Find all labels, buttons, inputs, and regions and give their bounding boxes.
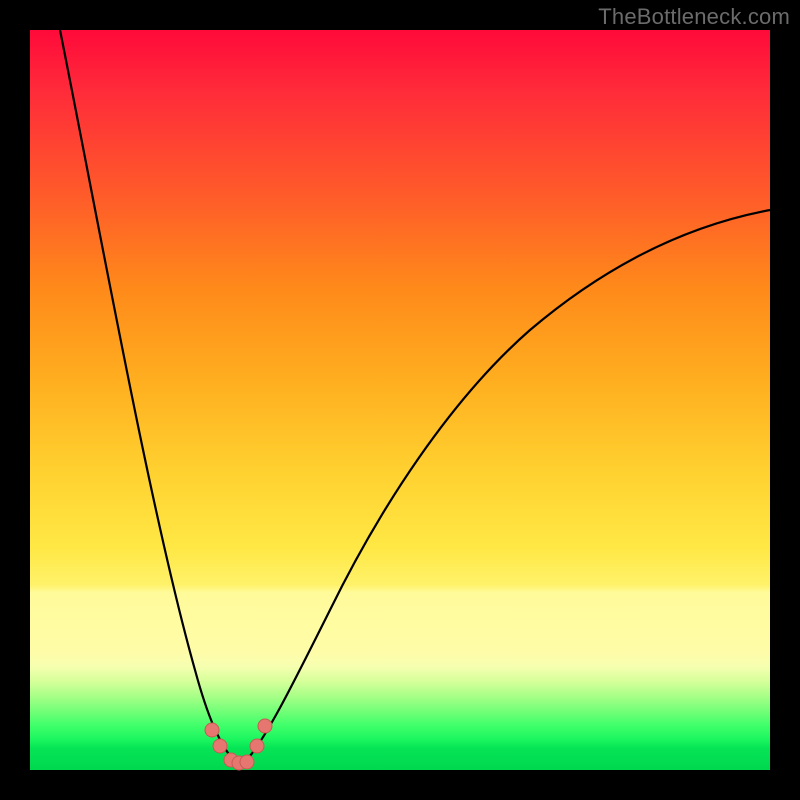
- marker-dot: [250, 739, 264, 753]
- curve-left-branch: [60, 30, 235, 762]
- marker-dot: [258, 719, 272, 733]
- watermark-text: TheBottleneck.com: [598, 4, 790, 30]
- bottleneck-curve: [30, 30, 770, 770]
- marker-dot: [240, 755, 254, 769]
- trough-markers: [205, 719, 272, 770]
- plot-area: [30, 30, 770, 770]
- marker-dot: [213, 739, 227, 753]
- marker-dot: [205, 723, 219, 737]
- curve-right-branch: [245, 210, 770, 762]
- chart-frame: TheBottleneck.com: [0, 0, 800, 800]
